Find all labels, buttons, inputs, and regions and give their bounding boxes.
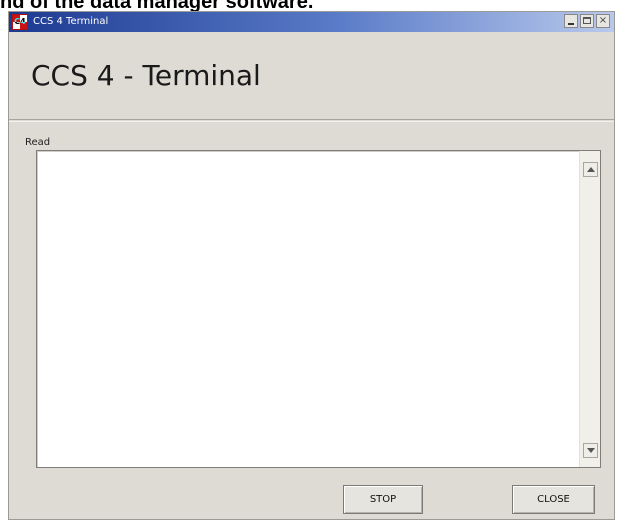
page-title: CCS 4 - Terminal <box>31 59 261 92</box>
scroll-down-button[interactable] <box>583 443 598 458</box>
terminal-window: C4 CCS 4 Terminal × CCS 4 - Terminal Rea… <box>8 11 615 520</box>
scroll-up-button[interactable] <box>583 162 598 177</box>
read-output[interactable] <box>39 153 579 465</box>
title-bar[interactable]: C4 CCS 4 Terminal × <box>9 12 614 32</box>
header-panel: CCS 4 - Terminal <box>9 32 614 120</box>
close-button[interactable]: CLOSE <box>512 485 595 514</box>
maximize-button[interactable] <box>580 14 594 28</box>
minimize-button[interactable] <box>564 14 578 28</box>
window-title: CCS 4 Terminal <box>33 16 109 27</box>
read-textarea[interactable] <box>36 150 601 468</box>
minimize-icon <box>568 23 574 25</box>
stop-button[interactable]: STOP <box>343 485 423 514</box>
maximize-icon <box>583 17 591 24</box>
read-label: Read <box>25 137 51 148</box>
app-icon-glyph: C4 <box>14 17 26 26</box>
vertical-scrollbar[interactable] <box>579 151 600 467</box>
close-window-button[interactable]: × <box>596 14 610 28</box>
close-icon: × <box>598 15 608 26</box>
arrow-down-icon <box>587 448 595 453</box>
arrow-up-icon <box>587 167 595 172</box>
window-controls: × <box>564 14 610 30</box>
app-icon[interactable]: C4 <box>12 14 28 30</box>
header-divider <box>9 121 614 122</box>
